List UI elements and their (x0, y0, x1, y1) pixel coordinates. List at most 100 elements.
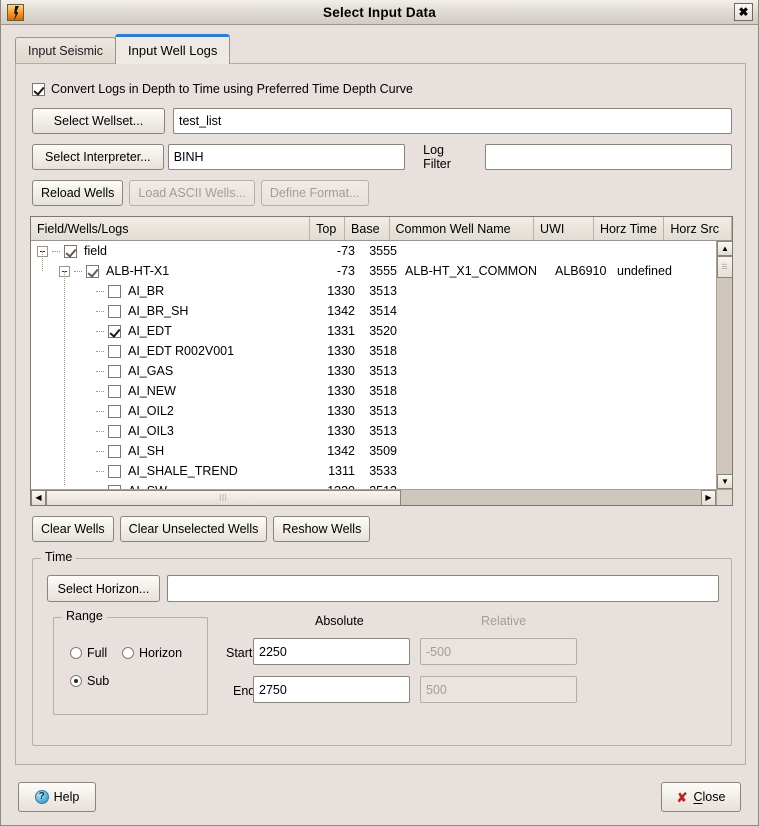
tree-branch-line (96, 370, 104, 372)
range-option-horizon[interactable]: Horizon (122, 646, 182, 660)
tree-row-label: AI_BR (128, 284, 165, 298)
tree-row[interactable]: AI_BR 1330 3513 (31, 281, 716, 301)
tree-branch-line (96, 350, 104, 352)
tree-row-checkbox[interactable] (108, 464, 121, 478)
select-interpreter-button[interactable]: Select Interpreter... (32, 144, 164, 170)
help-button[interactable]: ? Help (18, 782, 96, 812)
absolute-end-input[interactable]: 2750 (253, 676, 410, 703)
scroll-up-button[interactable]: ▲ (717, 241, 732, 256)
tree-column-header-5[interactable]: Horz Time (594, 217, 665, 240)
tree-row[interactable]: ALB-HT-X1 -73 3555 ALB-HT_X1_COMMON ALB6910 u… (31, 261, 716, 281)
tree-row-checkbox[interactable] (108, 364, 121, 378)
define-format-button: Define Format... (260, 180, 369, 206)
tree-row[interactable]: field -73 3555 (31, 241, 716, 261)
range-option-full[interactable]: Full (70, 646, 107, 660)
convert-logs-checkbox[interactable] (32, 82, 45, 96)
reshow-wells-button[interactable]: Reshow Wells (273, 516, 371, 542)
tree-row-checkbox[interactable] (108, 384, 121, 398)
tree-column-header-4[interactable]: UWI (534, 217, 594, 240)
vertical-scroll-thumb[interactable]: ☰ (717, 256, 732, 278)
tab-strip: Input Seismic Input Well Logs (15, 34, 231, 64)
tree-row-checkbox[interactable] (108, 344, 121, 358)
tree-row-common-well-name: ALB-HT_X1_COMMON (405, 264, 537, 278)
tree-row-checkbox[interactable] (108, 424, 121, 438)
range-option-sub[interactable]: Sub (70, 674, 109, 688)
tree-vertical-scrollbar[interactable]: ▲ ☰ ▼ (716, 241, 732, 489)
tree-row-checkbox[interactable] (64, 244, 77, 258)
radio-horizon[interactable] (122, 647, 134, 659)
tree-row-top: 1311 (328, 464, 355, 478)
tab-input-well-logs[interactable]: Input Well Logs (115, 34, 231, 64)
tree-column-header-label: UWI (540, 221, 565, 236)
radio-full-label: Full (87, 646, 108, 660)
tree-column-header-2[interactable]: Base (345, 217, 390, 240)
tree-row-base: 3533 (369, 464, 397, 478)
time-group: Time Select Horizon... Range Full Horizo… (32, 550, 732, 746)
horizon-value-field[interactable] (167, 575, 719, 602)
tree-column-header-3[interactable]: Common Well Name (390, 217, 535, 240)
radio-sub[interactable] (70, 675, 82, 687)
tree-row[interactable]: AI_EDT 1331 3520 (31, 321, 716, 341)
tree-row[interactable]: AI_EDT R002V001 1330 3518 (31, 341, 716, 361)
tree-row-name-cell: AI_EDT R002V001 (81, 344, 234, 358)
select-wellset-button[interactable]: Select Wellset... (32, 108, 165, 134)
close-button[interactable]: ✘ Close (661, 782, 741, 812)
tree-column-header-0[interactable]: Field/Wells/Logs (31, 217, 311, 240)
tree-branch-line (96, 330, 104, 332)
tree-row-name-cell: AI_NEW (81, 384, 176, 398)
tree-row-horz-time: undefined (617, 264, 672, 278)
tree-row[interactable]: AI_SW13303513 (31, 481, 716, 489)
wellset-value-field[interactable]: test_list (173, 108, 732, 134)
tree-row[interactable]: AI_OIL3 1330 3513 (31, 421, 716, 441)
tree-row-top: 1342 (327, 444, 355, 458)
tree-row-label: AI_SHALE_TREND (128, 464, 238, 478)
clear-unselected-wells-button[interactable]: Clear Unselected Wells (119, 516, 268, 542)
tree-row[interactable]: AI_NEW 1330 3518 (31, 381, 716, 401)
tree-row[interactable]: AI_SH 1342 3509 (31, 441, 716, 461)
tree-column-header-6[interactable]: Horz Src (664, 217, 732, 240)
tree-branch-line (96, 410, 104, 412)
tree-row-top: 1331 (327, 324, 355, 338)
scroll-down-button[interactable]: ▼ (717, 474, 732, 489)
tree-row-label: AI_OIL2 (128, 404, 174, 418)
tree-row-base: 3513 (369, 424, 397, 438)
reload-wells-button[interactable]: Reload Wells (32, 180, 124, 206)
radio-full[interactable] (70, 647, 82, 659)
tree-header-row: Field/Wells/Logs Top Base Common Well Name U… (31, 217, 732, 241)
convert-logs-checkbox-row[interactable]: Convert Logs in Depth to Time using Pref… (32, 82, 413, 96)
log-filter-input[interactable] (484, 144, 732, 170)
interpreter-value-field[interactable]: BINH (167, 144, 406, 170)
tree-branch-line (81, 346, 92, 357)
tree-row[interactable]: AI_BR_SH 1342 3514 (31, 301, 716, 321)
tree-row-checkbox[interactable] (108, 404, 121, 418)
tree-row-checkbox[interactable] (86, 264, 99, 278)
scroll-left-button[interactable]: ◀ (31, 490, 46, 505)
wells-load-actions: Reload Wells Load ASCII Wells... Define … (32, 180, 369, 206)
tab-input-seismic[interactable]: Input Seismic (15, 37, 117, 64)
tree-row-top: 1330 (327, 424, 355, 438)
tree-branch-line (74, 270, 82, 272)
horizontal-scroll-thumb[interactable]: ||| (46, 490, 401, 505)
tree-branch-line (96, 430, 104, 432)
clear-wells-button[interactable]: Clear Wells (32, 516, 114, 542)
tree-row[interactable]: AI_OIL2 1330 3513 (31, 401, 716, 421)
tree-row-checkbox[interactable] (108, 324, 121, 338)
tree-row-checkbox[interactable] (108, 284, 121, 298)
tree-row-label: AI_SH (128, 444, 165, 458)
tree-row-base: 3513 (369, 404, 397, 418)
tree-branch-line (81, 286, 92, 297)
tree-horizontal-scrollbar[interactable]: ◀ ||| ▶ (31, 489, 716, 505)
tree-row-base: 3509 (369, 444, 397, 458)
application-icon (7, 3, 24, 21)
tree-row[interactable]: AI_GAS 1330 3513 (31, 361, 716, 381)
tree-column-header-1[interactable]: Top (310, 217, 346, 240)
window-close-button[interactable]: ✖ (734, 3, 753, 21)
scroll-right-button[interactable]: ▶ (701, 490, 716, 505)
tree-row-checkbox[interactable] (108, 444, 121, 458)
tree-row[interactable]: AI_SHALE_TREND 1311 3533 (31, 461, 716, 481)
radio-horizon-label: Horizon (139, 646, 183, 660)
tree-row-top: -73 (336, 244, 355, 258)
tree-row-checkbox[interactable] (108, 304, 121, 318)
absolute-start-input[interactable]: 2250 (253, 638, 410, 665)
select-horizon-button[interactable]: Select Horizon... (47, 575, 160, 602)
